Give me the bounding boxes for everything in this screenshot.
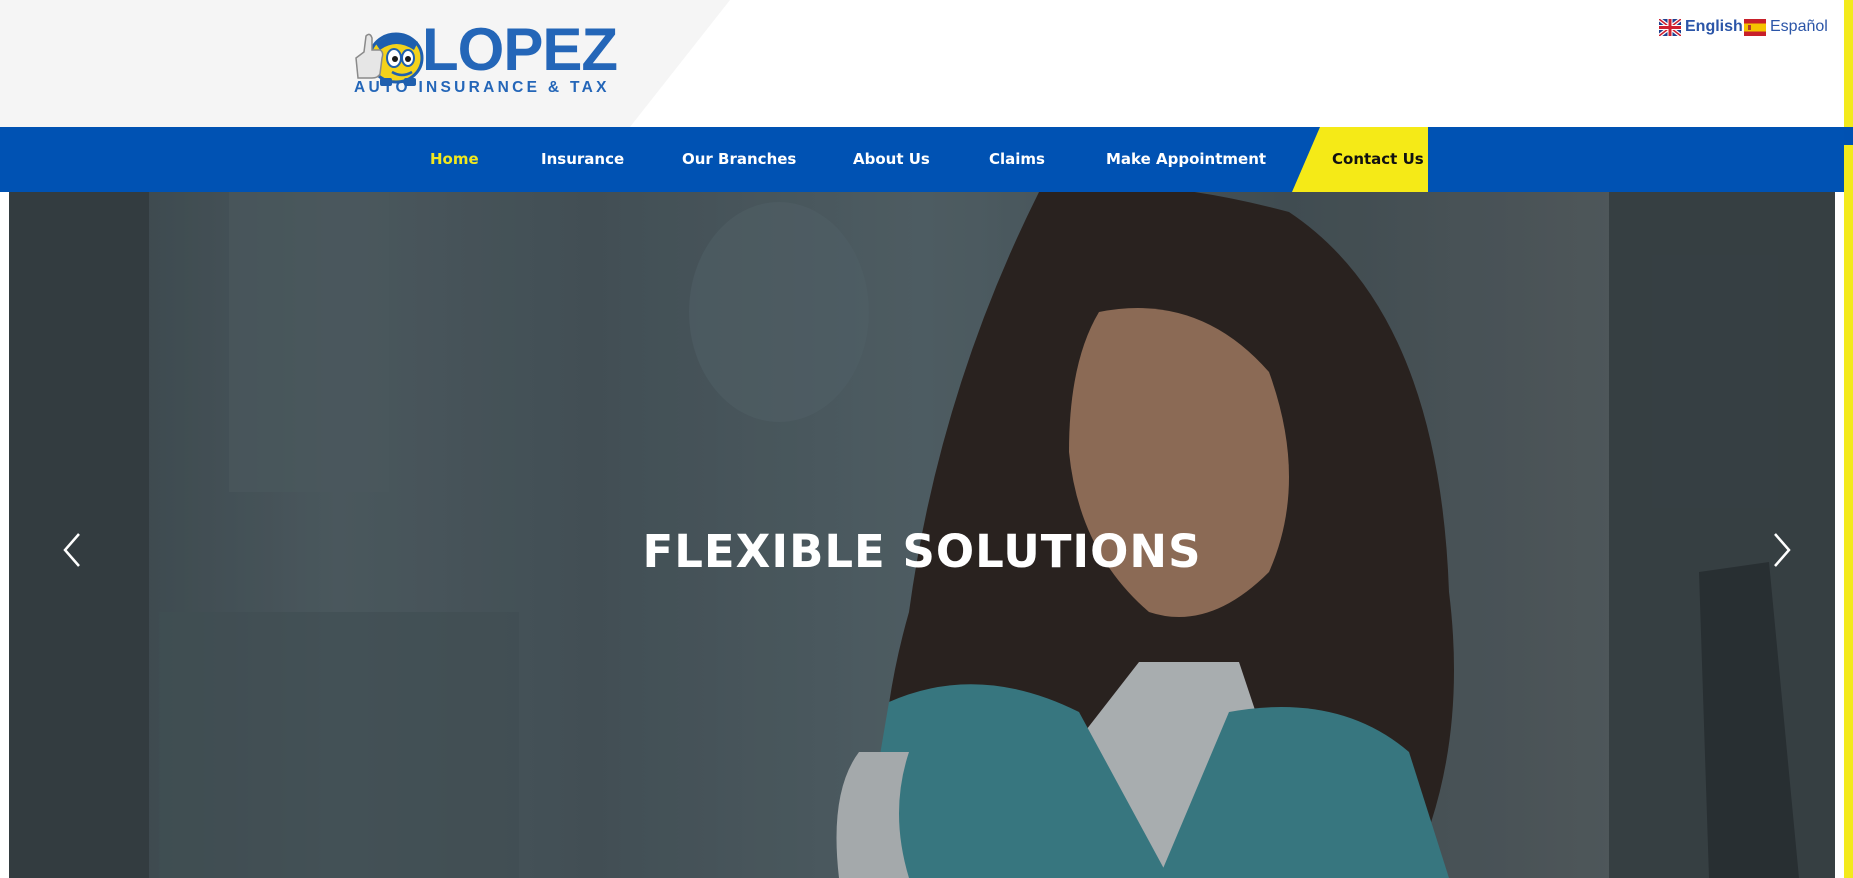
- nav-item-insurance[interactable]: Insurance: [541, 127, 624, 192]
- mascot-car-thumbs-up-icon: [350, 22, 428, 88]
- nav-item-claims[interactable]: Claims: [989, 127, 1045, 192]
- right-accent-blue-segment: [1844, 127, 1853, 145]
- nav-item-about-us[interactable]: About Us: [853, 127, 930, 192]
- main-navigation: Home Insurance Our Branches About Us Cla…: [0, 127, 1844, 192]
- chevron-right-icon[interactable]: [1765, 530, 1799, 570]
- hero-title: FLEXIBLE SOLUTIONS: [642, 525, 1202, 578]
- logo-text: LOPEZ AUTO INSURANCE & TAX: [354, 16, 618, 97]
- spain-flag-icon: [1744, 18, 1766, 36]
- uk-flag-icon: [1659, 18, 1681, 36]
- nav-item-contact-us[interactable]: Contact Us: [1332, 127, 1424, 192]
- language-english-link[interactable]: English: [1659, 18, 1743, 36]
- site-header: LOPEZ AUTO INSURANCE & TAX English Españ…: [0, 0, 1853, 127]
- language-english-label: English: [1685, 18, 1743, 35]
- nav-item-home[interactable]: Home: [430, 127, 479, 192]
- nav-item-our-branches[interactable]: Our Branches: [682, 127, 796, 192]
- site-logo[interactable]: LOPEZ AUTO INSURANCE & TAX: [350, 16, 620, 102]
- page: LOPEZ AUTO INSURANCE & TAX English Españ…: [0, 0, 1853, 878]
- language-spanish-label: Español: [1770, 18, 1828, 35]
- chevron-left-icon[interactable]: [55, 530, 89, 570]
- logo-wordmark: LOPEZ: [422, 16, 618, 83]
- hero-slider: FLEXIBLE SOLUTIONS: [9, 192, 1835, 878]
- nav-item-make-appointment[interactable]: Make Appointment: [1106, 127, 1266, 192]
- language-spanish-link[interactable]: Español: [1744, 18, 1828, 36]
